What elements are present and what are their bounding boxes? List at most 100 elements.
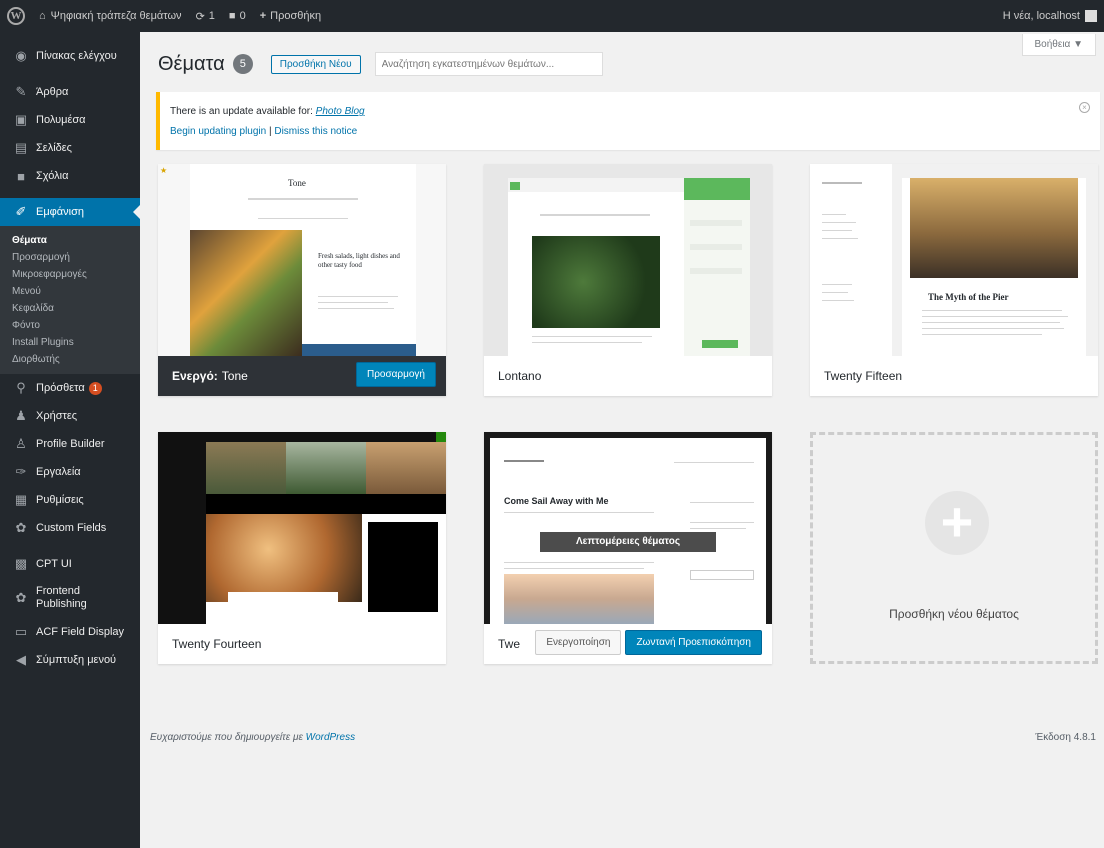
menu-label: Άρθρα [36,86,69,98]
notice-actions: Begin updating plugin | Dismiss this not… [170,126,1090,137]
food-photo [190,230,302,356]
page-header: Θέματα 5 Προσθήκη Νέου [158,52,603,76]
screenshot-sidebar-header [684,178,750,200]
screenshot-line [504,568,644,569]
screenshot-captions [206,494,446,514]
screenshot-widget [368,522,438,612]
menu-frontend-publishing[interactable]: ✿ Frontend Publishing [0,578,140,618]
screenshot-title: Come Sail Away with Me [504,496,609,506]
theme-card-tone[interactable]: Tone Fresh salads, light dishes and othe… [158,164,446,396]
menu-plugins[interactable]: ⚲ Πρόσθετα 1 [0,374,140,402]
search-themes-input[interactable] [374,52,603,76]
wordpress-link[interactable]: WordPress [306,732,355,743]
new-content-menu[interactable]: + Προσθήκη [253,0,328,32]
screenshot-line [690,268,742,274]
updates-menu[interactable]: ⟳ 1 [189,0,222,32]
menu-users[interactable]: ♟ Χρήστες [0,402,140,430]
screenshot-line [504,562,654,563]
screenshot-line [504,460,544,462]
submenu-editor[interactable]: Διορθωτής [0,351,140,368]
submenu-header[interactable]: Κεφαλίδα [0,300,140,317]
theme-count-badge: 5 [232,54,253,74]
greeting: Η νέα, localhost [1002,10,1080,22]
gear-icon: ✿ [15,590,27,605]
menu-media[interactable]: ▣ Πολυμέσα [0,106,140,134]
updates-icon: ⟳ [195,10,205,23]
menu-label: Χρήστες [36,410,78,422]
menu-posts[interactable]: ✎ Άρθρα [0,78,140,106]
menu-label: Πολυμέσα [36,114,86,126]
site-name: Ψηφιακή τράπεζα θεμάτων [50,10,182,22]
theme-card-twenty-fifteen[interactable]: The Myth of the Pier Twenty Fifteen [810,164,1098,396]
begin-updating-link[interactable]: Begin updating plugin [170,126,266,137]
plugins-update-badge: 1 [88,381,102,395]
pin-icon: ✎ [15,84,27,99]
theme-card-twenty-sixteen[interactable]: Come Sail Away with Me Λεπτομέρειες θέμα… [484,432,772,664]
activate-button[interactable]: Ενεργοποίηση [535,630,622,655]
screenshot-sidebar [684,178,750,356]
menu-tools[interactable]: ✑ Εργαλεία [0,458,140,486]
avatar [1085,10,1097,22]
collapse-menu-button[interactable]: ◀ Σύμπτυξη μενού [0,646,140,674]
screenshot-sidebar [810,164,892,356]
add-new-theme-button[interactable]: Προσθήκη Νέου [270,54,361,74]
screenshot-line [532,342,642,343]
dismiss-icon[interactable]: × [1079,102,1090,113]
menu-label: Σύμπτυξη μενού [36,654,117,666]
menu-label: ACF Field Display [36,626,125,638]
dismiss-notice-link[interactable]: Dismiss this notice [274,126,357,137]
submenu-menus[interactable]: Μενού [0,283,140,300]
new-content-label: Προσθήκη [270,10,322,22]
settings-icon: ▦ [14,492,28,507]
featured-photo [206,442,286,494]
plugin-link[interactable]: Photo Blog [316,106,365,117]
my-account-menu[interactable]: Η νέα, localhost [996,0,1104,32]
screenshot-sidebar [158,442,206,624]
menu-appearance[interactable]: ✐ Εμφάνιση [0,198,140,226]
comments-menu[interactable]: ■ 0 [222,0,253,32]
theme-screenshot: The Myth of the Pier [810,164,1098,356]
theme-name-bar: Twe Ενεργοποίηση Ζωντανή Προεπισκόπηση [484,624,772,664]
collapse-icon: ◀ [16,652,26,667]
profile-icon: ♙ [15,436,27,451]
help-tab-button[interactable]: Βοήθεια ▼ [1021,34,1096,56]
live-preview-button[interactable]: Ζωντανή Προεπισκόπηση [625,630,762,655]
menu-comments[interactable]: ■ Σχόλια [0,162,140,190]
submenu-customize[interactable]: Προσαρμογή [0,249,140,266]
user-icon: ♟ [15,408,27,423]
submenu-widgets[interactable]: Μικροεφαρμογές [0,266,140,283]
theme-name: Twenty Fifteen [824,369,903,383]
plant-photo [532,236,660,328]
comment-icon: ■ [17,168,25,184]
submenu-themes[interactable]: Θέματα [0,232,140,249]
screenshot-line [690,522,754,523]
theme-card-lontano[interactable]: Lontano [484,164,772,396]
menu-label: Σχόλια [36,170,69,182]
menu-label: CPT UI [36,558,72,570]
add-new-theme-card[interactable]: + Προσθήκη νέου θέματος [810,432,1098,664]
menu-profile-builder[interactable]: ♙ Profile Builder [0,430,140,458]
customize-button[interactable]: Προσαρμογή [356,362,436,387]
menu-settings[interactable]: ▦ Ρυθμίσεις [0,486,140,514]
site-name-menu[interactable]: ⌂ Ψηφιακή τράπεζα θεμάτων [32,0,189,32]
menu-label: Εργαλεία [36,466,81,478]
sea-photo [504,574,654,624]
table-icon: ▭ [14,624,28,639]
menu-dashboard[interactable]: ◉ Πίνακας ελέγχου [0,42,140,70]
screenshot-line [318,302,388,303]
submenu-background[interactable]: Φόντο [0,317,140,334]
menu-pages[interactable]: ▤ Σελίδες [0,134,140,162]
main-content: Βοήθεια ▼ Θέματα 5 Προσθήκη Νέου There i… [140,32,1104,848]
submenu-install-plugins[interactable]: Install Plugins [0,334,140,351]
menu-custom-fields[interactable]: ✿ Custom Fields [0,514,140,542]
menu-acf-field-display[interactable]: ▭ ACF Field Display [0,618,140,646]
theme-details-overlay[interactable]: Λεπτομέρειες θέματος [540,532,716,552]
screenshot-line [822,214,846,215]
screenshot-line [690,502,754,503]
wordpress-logo-menu[interactable]: W [0,0,32,32]
menu-label: Πίνακας ελέγχου [36,50,117,62]
menu-cpt-ui[interactable]: ▩ CPT UI [0,550,140,578]
screenshot-line [822,292,848,293]
screenshot-line [822,182,862,184]
theme-card-twenty-fourteen[interactable]: Twenty Fourteen [158,432,446,664]
